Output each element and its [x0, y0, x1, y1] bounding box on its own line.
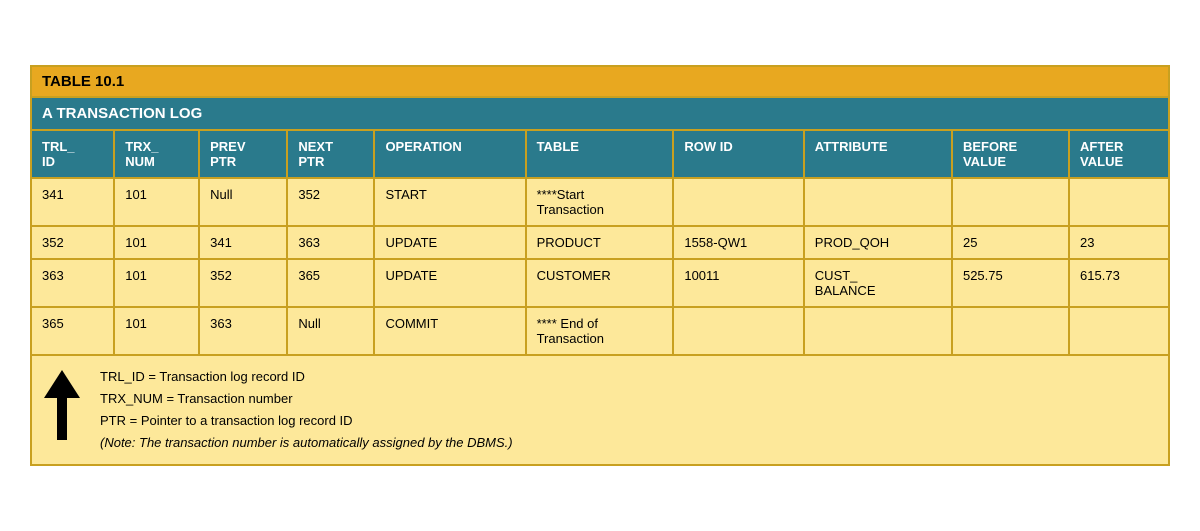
cell-row-id: 1558-QW1 — [673, 226, 803, 259]
cell-trx-num: 101 — [114, 178, 199, 226]
header-row-id: ROW ID — [673, 131, 803, 178]
header-row: TRL_ID TRX_NUM PREVPTR NEXTPTR OPERATION… — [32, 131, 1168, 178]
header-before-value: BEFOREVALUE — [952, 131, 1069, 178]
cell-trl-id: 363 — [32, 259, 114, 307]
footer-cell: TRL_ID = Transaction log record ID TRX_N… — [32, 355, 1168, 464]
cell-next-ptr: Null — [287, 307, 374, 355]
arrow-stem — [57, 398, 67, 440]
cell-table: PRODUCT — [526, 226, 674, 259]
cell-trx-num: 101 — [114, 259, 199, 307]
table-row: 352 101 341 363 UPDATE PRODUCT 1558-QW1 … — [32, 226, 1168, 259]
cell-trx-num: 101 — [114, 226, 199, 259]
header-attribute: ATTRIBUTE — [804, 131, 952, 178]
table-subtitle: A TRANSACTION LOG — [32, 98, 1168, 131]
header-table: TABLE — [526, 131, 674, 178]
cell-before-value — [952, 307, 1069, 355]
cell-prev-ptr: 363 — [199, 307, 287, 355]
cell-table: CUSTOMER — [526, 259, 674, 307]
cell-trl-id: 341 — [32, 178, 114, 226]
cell-operation: UPDATE — [374, 226, 525, 259]
cell-operation: START — [374, 178, 525, 226]
cell-attribute: CUST_BALANCE — [804, 259, 952, 307]
cell-before-value: 25 — [952, 226, 1069, 259]
cell-row-id — [673, 178, 803, 226]
footer-line1: TRL_ID = Transaction log record ID — [100, 366, 513, 388]
cell-after-value: 23 — [1069, 226, 1168, 259]
cell-trl-id: 352 — [32, 226, 114, 259]
footer-row: TRL_ID = Transaction log record ID TRX_N… — [32, 355, 1168, 464]
cell-table: ****StartTransaction — [526, 178, 674, 226]
footer-text: TRL_ID = Transaction log record ID TRX_N… — [100, 366, 513, 454]
header-after-value: AFTERVALUE — [1069, 131, 1168, 178]
header-trx-num: TRX_NUM — [114, 131, 199, 178]
footer-line4: (Note: The transaction number is automat… — [100, 432, 513, 454]
cell-before-value: 525.75 — [952, 259, 1069, 307]
cell-table: **** End ofTransaction — [526, 307, 674, 355]
cell-prev-ptr: 341 — [199, 226, 287, 259]
cell-next-ptr: 363 — [287, 226, 374, 259]
cell-attribute: PROD_QOH — [804, 226, 952, 259]
table-row: 341 101 Null 352 START ****StartTransact… — [32, 178, 1168, 226]
cell-attribute — [804, 307, 952, 355]
cell-row-id: 10011 — [673, 259, 803, 307]
cell-next-ptr: 365 — [287, 259, 374, 307]
cell-operation: UPDATE — [374, 259, 525, 307]
footer-line2: TRX_NUM = Transaction number — [100, 388, 513, 410]
cell-trl-id: 365 — [32, 307, 114, 355]
cell-trx-num: 101 — [114, 307, 199, 355]
up-arrow-icon — [44, 370, 80, 440]
header-trl-id: TRL_ID — [32, 131, 114, 178]
main-table-container: TABLE 10.1 A TRANSACTION LOG TRL_ID TRX_… — [30, 65, 1170, 466]
footer-line3: PTR = Pointer to a transaction log recor… — [100, 410, 513, 432]
cell-next-ptr: 352 — [287, 178, 374, 226]
arrow-head — [44, 370, 80, 398]
header-next-ptr: NEXTPTR — [287, 131, 374, 178]
table-row: 363 101 352 365 UPDATE CUSTOMER 10011 CU… — [32, 259, 1168, 307]
cell-operation: COMMIT — [374, 307, 525, 355]
cell-attribute — [804, 178, 952, 226]
table-row: 365 101 363 Null COMMIT **** End ofTrans… — [32, 307, 1168, 355]
footer-content: TRL_ID = Transaction log record ID TRX_N… — [44, 366, 1156, 454]
cell-before-value — [952, 178, 1069, 226]
cell-after-value — [1069, 307, 1168, 355]
cell-after-value — [1069, 178, 1168, 226]
cell-row-id — [673, 307, 803, 355]
cell-prev-ptr: Null — [199, 178, 287, 226]
transaction-log-table: TRL_ID TRX_NUM PREVPTR NEXTPTR OPERATION… — [32, 131, 1168, 464]
cell-prev-ptr: 352 — [199, 259, 287, 307]
header-prev-ptr: PREVPTR — [199, 131, 287, 178]
cell-after-value: 615.73 — [1069, 259, 1168, 307]
table-title: TABLE 10.1 — [32, 67, 1168, 98]
header-operation: OPERATION — [374, 131, 525, 178]
